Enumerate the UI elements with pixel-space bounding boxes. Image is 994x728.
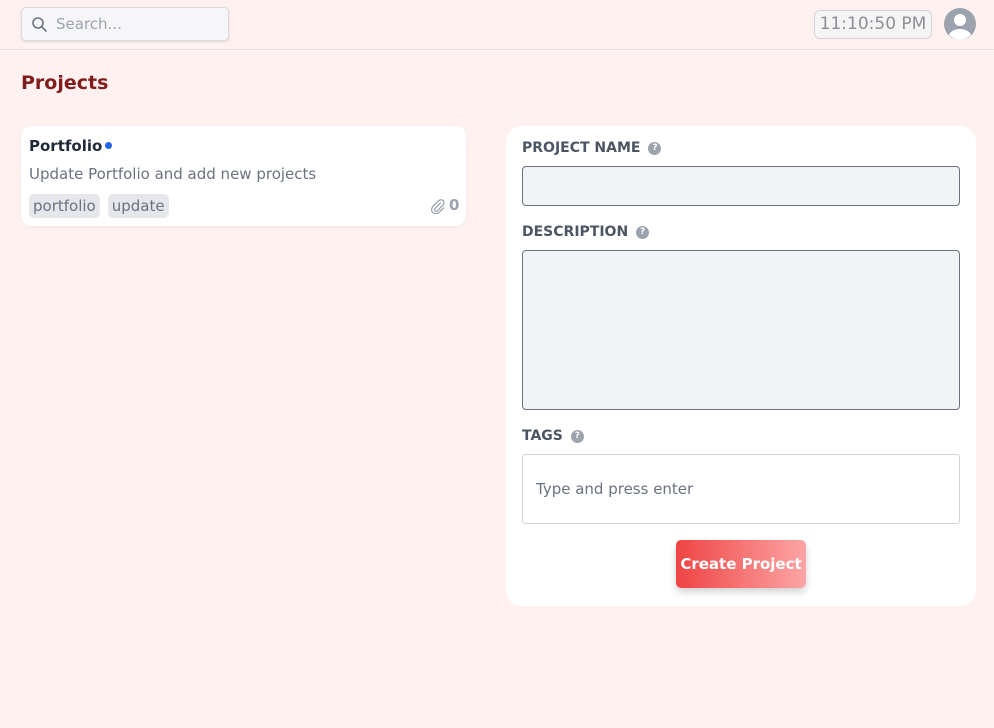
top-bar: 11:10:50 PM <box>0 0 994 50</box>
project-name-input[interactable] <box>522 166 960 206</box>
tags-label-text: TAGS <box>522 428 563 444</box>
tag-chip[interactable]: update <box>107 194 169 218</box>
description-textarea[interactable] <box>522 250 960 410</box>
search-box[interactable] <box>21 7 229 41</box>
tag-chip[interactable]: portfolio <box>29 194 100 218</box>
tags-label: TAGS ? <box>522 428 584 444</box>
help-icon[interactable]: ? <box>648 141 662 155</box>
search-icon <box>32 17 47 32</box>
project-tags: portfolio update <box>29 194 169 218</box>
clock-display: 11:10:50 PM <box>814 10 932 39</box>
search-input[interactable] <box>56 8 224 40</box>
paperclip-icon <box>430 199 445 214</box>
tags-input[interactable] <box>522 454 960 524</box>
description-label-text: DESCRIPTION <box>522 224 629 240</box>
create-project-button[interactable]: Create Project <box>676 540 806 588</box>
project-name-label: PROJECT NAME ? <box>522 140 662 156</box>
project-title[interactable]: Portfolio <box>29 137 102 155</box>
project-card[interactable]: Portfolio Update Portfolio and add new p… <box>21 126 466 226</box>
status-dot <box>105 142 112 149</box>
page-title: Projects <box>21 72 109 94</box>
new-project-form: PROJECT NAME ? DESCRIPTION ? TAGS ? Crea… <box>506 126 976 606</box>
help-icon[interactable]: ? <box>636 225 650 239</box>
project-description: Update Portfolio and add new projects <box>29 165 317 183</box>
help-icon[interactable]: ? <box>570 429 584 443</box>
attachment-count: 0 <box>449 196 460 214</box>
project-name-label-text: PROJECT NAME <box>522 140 641 156</box>
description-label: DESCRIPTION ? <box>522 224 650 240</box>
user-avatar-icon[interactable] <box>943 7 977 41</box>
